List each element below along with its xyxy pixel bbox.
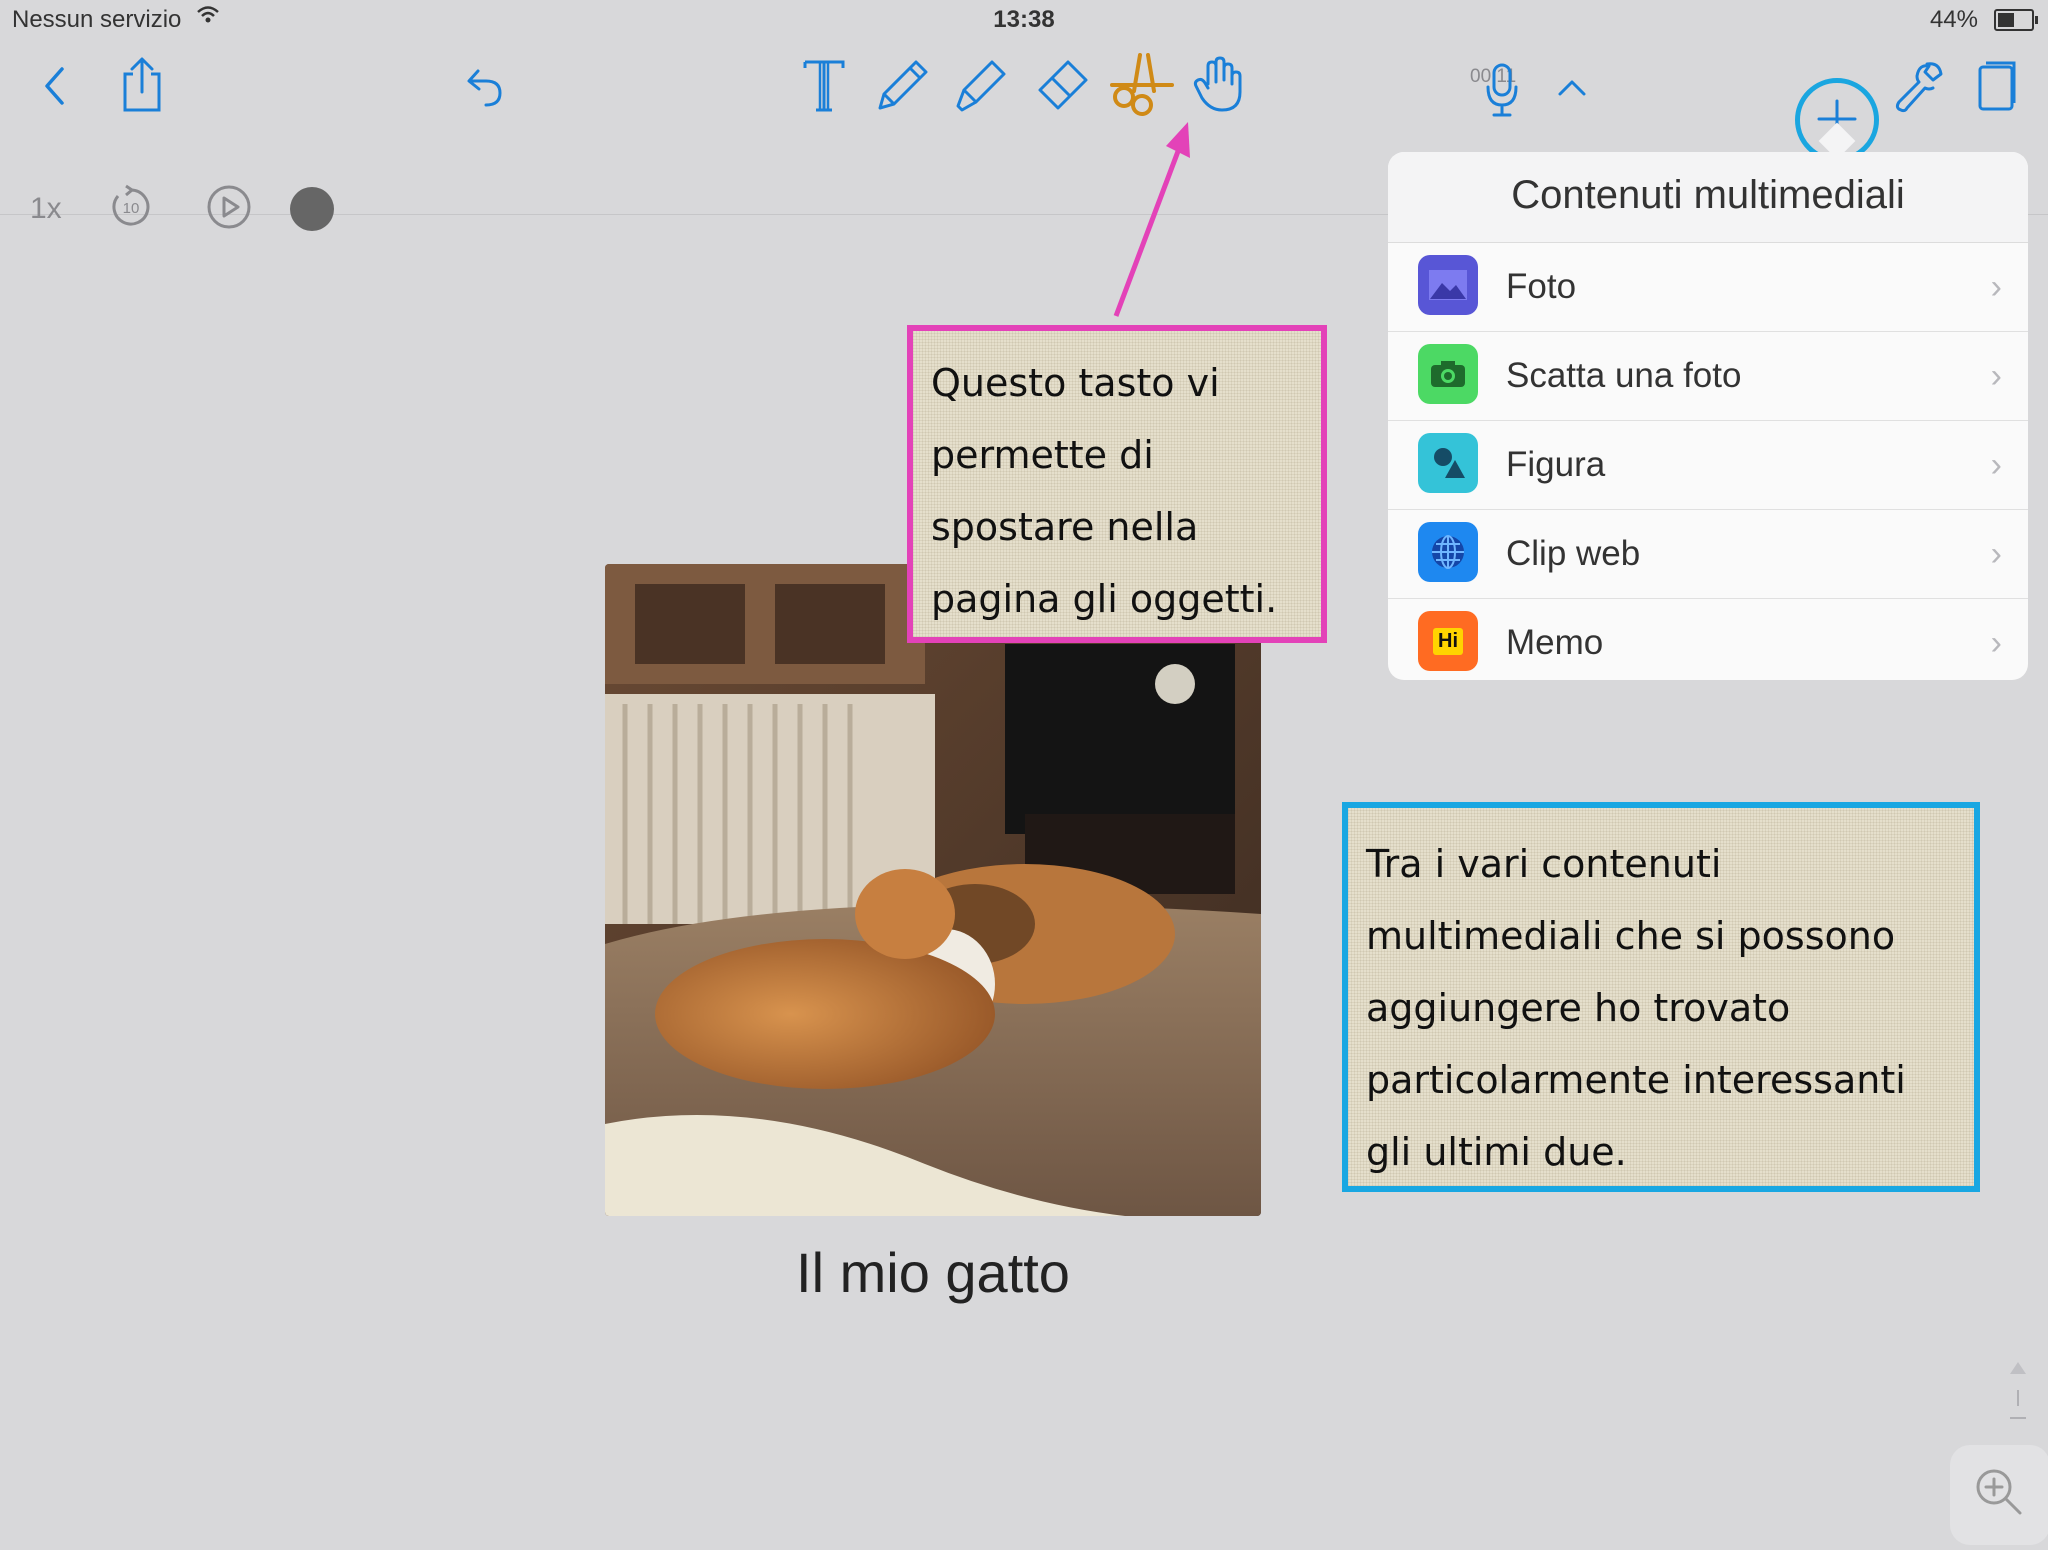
annotation-line: permette di xyxy=(931,433,1154,477)
annotation-line: multimediali che si possono xyxy=(1366,914,1896,958)
annotation-box-media[interactable]: Tra i vari contenuti multimediali che si… xyxy=(1342,802,1980,1192)
zoom-button[interactable] xyxy=(1950,1445,2048,1545)
annotation-line: aggiungere ho trovato xyxy=(1366,986,1791,1030)
zoom-in-icon xyxy=(1976,1469,2022,1515)
annotation-line: Tra i vari contenuti xyxy=(1366,842,1722,886)
page-scroll-indicator[interactable] xyxy=(2008,1360,2028,1450)
annotation-line: pagina gli oggetti. xyxy=(931,577,1278,621)
annotation-line: particolarmente interessanti xyxy=(1366,1058,1906,1102)
annotation-box-move-tool[interactable]: Questo tasto vi permette di spostare nel… xyxy=(907,325,1327,643)
annotation-line: spostare nella xyxy=(931,505,1199,549)
photo-caption[interactable]: Il mio gatto xyxy=(605,1240,1261,1305)
annotation-line: gli ultimi due. xyxy=(1366,1130,1627,1174)
annotation-line: Questo tasto vi xyxy=(931,361,1220,405)
cat-photo[interactable] xyxy=(605,564,1261,1216)
